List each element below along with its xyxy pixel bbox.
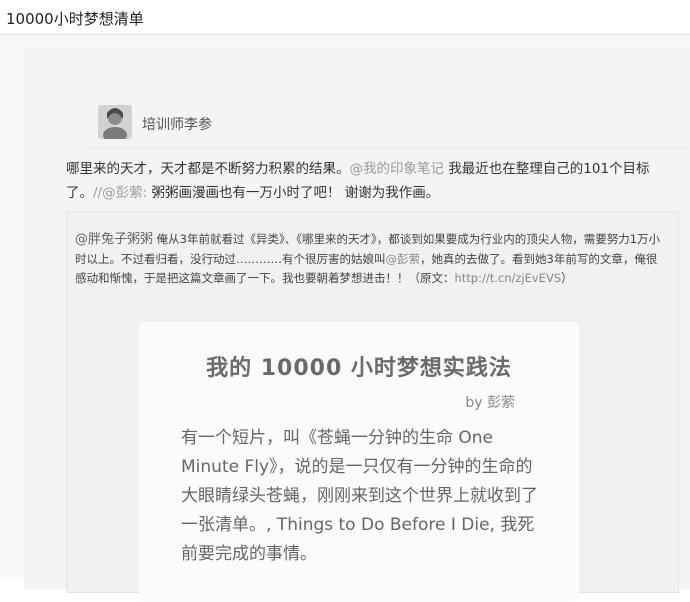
post-header: 培训师李参: [86, 63, 686, 149]
post-text-main: 哪里来的天才，天才都是不断努力积累的结果。: [66, 161, 350, 177]
author-name[interactable]: 培训师李参: [142, 114, 212, 134]
post-text: 哪里来的天才，天才都是不断努力积累的结果。@我的印象笔记 我最近也在整理自己的1…: [66, 157, 666, 205]
repost-body-3: ）: [561, 271, 573, 285]
page-title: 10000小时梦想清单: [6, 10, 144, 28]
mention-evernote[interactable]: @我的印象笔记: [350, 161, 445, 177]
mention-pengyi[interactable]: //@彭萦:: [93, 185, 147, 201]
top-bar: 10000小时梦想清单: [0, 0, 690, 35]
avatar-image: [98, 105, 132, 139]
post-text-end: 粥粥画漫画也有一万小时了吧！ 谢谢为我作画。: [147, 185, 440, 201]
repost-box: @胖兔子粥粥 俺从3年前就看过《异类》、《哪里来的天才》，都谈到如果要成为行业内…: [66, 211, 679, 602]
image-title: 我的 10000 小时梦想实践法: [206, 356, 512, 381]
repost-image[interactable]: 我的 10000 小时梦想实践法 by 彭萦 有一个短片，叫《苍蝇一分钟的生命 …: [139, 322, 579, 602]
image-byline: by 彭萦: [465, 395, 515, 411]
content-area: 培训师李参 哪里来的天才，天才都是不断努力积累的结果。@我的印象笔记 我最近也在…: [0, 35, 690, 602]
avatar[interactable]: [98, 105, 132, 139]
image-body: 有一个短片，叫《苍蝇一分钟的生命 One Minute Fly》，说的是一只仅有…: [181, 428, 538, 564]
repost-link[interactable]: http://t.cn/zjEvEVS: [455, 271, 562, 285]
repost-text: @胖兔子粥粥 俺从3年前就看过《异类》、《哪里来的天才》，都谈到如果要成为行业内…: [75, 230, 667, 289]
repost-author[interactable]: @胖兔子粥粥: [75, 232, 153, 247]
repost-mention[interactable]: @彭萦: [386, 252, 421, 266]
